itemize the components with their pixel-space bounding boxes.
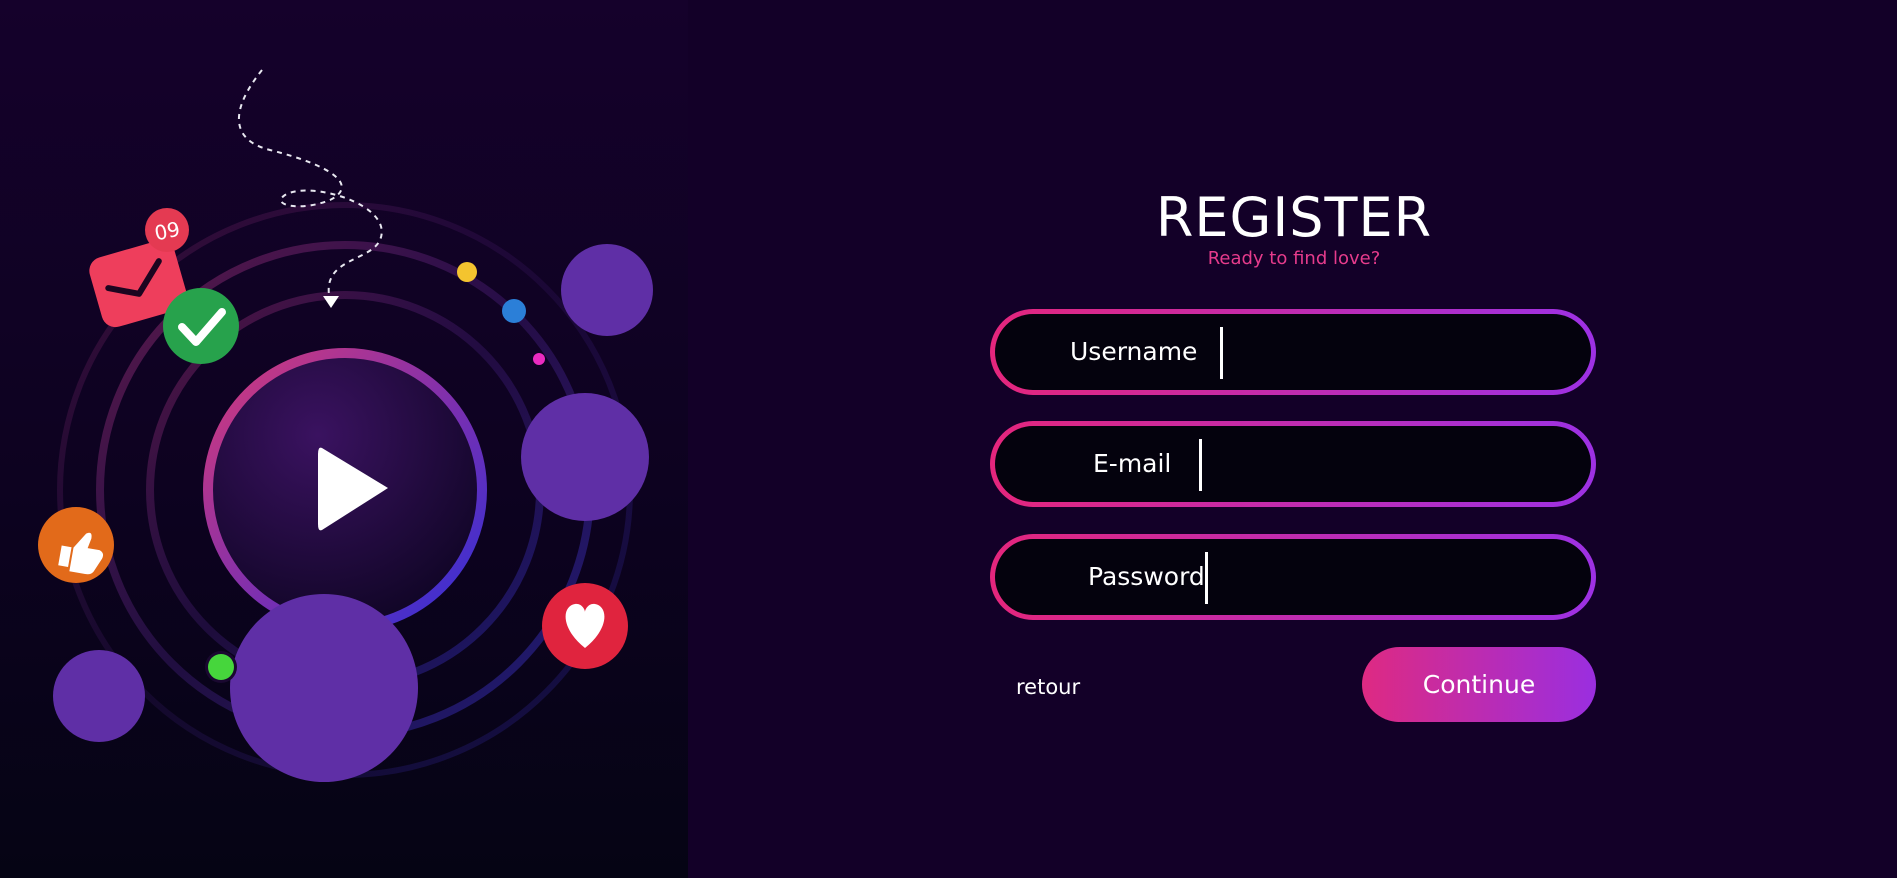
arrow-head-icon — [323, 296, 339, 308]
illustration: 09 — [38, 69, 653, 782]
purple-bubble — [230, 594, 418, 782]
password-label: Password — [1088, 562, 1205, 591]
username-input[interactable] — [1220, 327, 1551, 379]
page-subtitle: Ready to find love? — [1207, 248, 1381, 269]
pink-dot — [533, 353, 545, 365]
password-field-inner: Password — [995, 539, 1591, 615]
password-field: Password — [990, 534, 1596, 620]
username-label: Username — [1070, 337, 1198, 366]
username-field: Username — [990, 309, 1596, 395]
purple-bubble — [521, 393, 649, 521]
illustration-panel: 09 — [0, 0, 688, 878]
green-dot — [208, 654, 234, 680]
email-field-inner: E-mail — [995, 426, 1591, 502]
email-input[interactable] — [1199, 439, 1551, 491]
blue-dot — [502, 299, 526, 323]
email-label: E-mail — [1093, 449, 1172, 478]
yellow-dot — [457, 262, 477, 282]
password-input[interactable] — [1205, 552, 1551, 604]
purple-bubble — [53, 650, 145, 742]
page-title: REGISTER — [1155, 186, 1433, 249]
continue-button[interactable]: Continue — [1362, 647, 1596, 722]
email-field: E-mail — [990, 421, 1596, 507]
check-icon — [163, 288, 239, 364]
purple-bubble — [561, 244, 653, 336]
back-link[interactable]: retour — [1016, 674, 1080, 700]
dashed-path — [238, 69, 383, 301]
username-field-inner: Username — [995, 314, 1591, 390]
